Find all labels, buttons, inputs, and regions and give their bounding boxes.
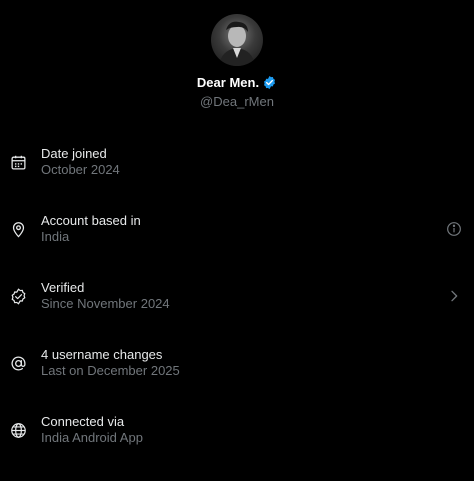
- row-subtitle: October 2024: [41, 162, 120, 177]
- avatar[interactable]: [211, 14, 263, 66]
- globe-icon: [10, 422, 27, 439]
- row-subtitle: India: [41, 229, 70, 244]
- list-item-account-based-in[interactable]: Account based in India: [0, 195, 474, 262]
- row-text: Connected via India Android App: [41, 414, 143, 446]
- row-subtitle: Since November 2024: [41, 296, 170, 311]
- verified-check-icon: [10, 288, 27, 305]
- row-text: Account based in India: [41, 213, 141, 245]
- name-row: Dear Men.: [0, 72, 474, 92]
- row-title: 4 username changes: [41, 347, 163, 362]
- about-account-page: Dear Men. @Dea_rMen Date joined October …: [0, 0, 474, 481]
- list-item-verified[interactable]: Verified Since November 2024: [0, 262, 474, 329]
- avatar-image: [219, 21, 255, 66]
- list-item-date-joined: Date joined October 2024: [0, 128, 474, 195]
- at-sign-icon: [10, 355, 27, 372]
- row-title: Date joined: [41, 146, 107, 161]
- user-handle: @Dea_rMen: [200, 94, 274, 109]
- info-icon[interactable]: [446, 221, 462, 237]
- calendar-icon: [10, 154, 27, 171]
- row-subtitle: Last on December 2025: [41, 363, 180, 378]
- display-name: Dear Men.: [196, 74, 260, 90]
- list-item-connected-via: Connected via India Android App: [0, 396, 474, 463]
- account-info-list: Date joined October 2024 Account based i…: [0, 128, 474, 463]
- verified-badge-icon: [262, 75, 277, 90]
- row-title: Connected via: [41, 414, 125, 429]
- list-item-username-changes: 4 username changes Last on December 2025: [0, 329, 474, 396]
- row-text: 4 username changes Last on December 2025: [41, 347, 180, 379]
- row-title: Account based in: [41, 213, 141, 228]
- row-title: Verified: [41, 280, 85, 295]
- location-pin-icon: [10, 221, 27, 238]
- row-text: Date joined October 2024: [41, 146, 120, 178]
- row-text: Verified Since November 2024: [41, 280, 170, 312]
- row-subtitle: India Android App: [41, 430, 143, 445]
- chevron-right-icon[interactable]: [446, 288, 462, 304]
- profile-header: Dear Men. @Dea_rMen: [0, 14, 474, 109]
